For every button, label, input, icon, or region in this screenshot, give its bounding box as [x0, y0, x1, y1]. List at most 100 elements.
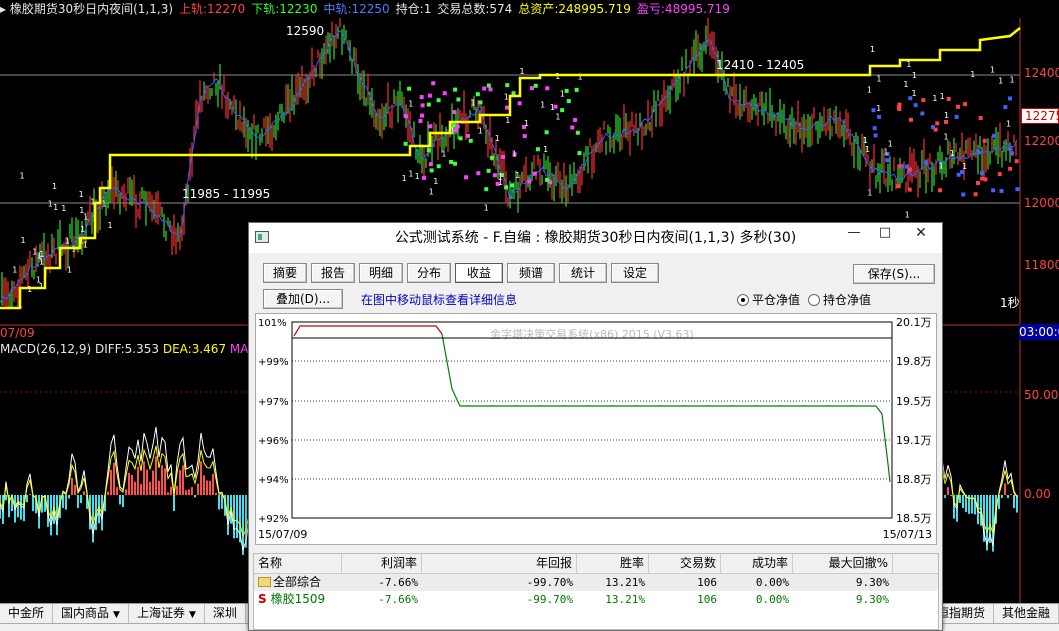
- table-row[interactable]: S 橡胶1509 -7.66% -99.70% 13.21% 106 0.00% …: [254, 591, 938, 608]
- chart-watermark: 金字塔决策交易系统(x86) 2015 (V3.63): [490, 327, 694, 341]
- trade-marker: [517, 101, 522, 106]
- maximize-button[interactable]: □: [870, 223, 900, 245]
- trade-marker: [938, 188, 943, 193]
- tab-spectrum[interactable]: 频谱: [507, 263, 555, 283]
- trade-marker-label: 1: [940, 92, 945, 101]
- trade-marker: [975, 180, 980, 185]
- trade-marker: [428, 162, 433, 167]
- trade-marker: [885, 158, 890, 163]
- trade-marker: [532, 171, 537, 176]
- row-name: 全部综合: [273, 575, 322, 589]
- total-assets-readout: 总资产:248995.719: [518, 2, 631, 16]
- minimize-button[interactable]: —: [839, 223, 869, 245]
- trade-marker-label: 1: [429, 187, 434, 196]
- col-win-rate[interactable]: 胜率: [577, 554, 649, 573]
- trade-marker: [577, 151, 582, 156]
- dialog-tabs: 摘要 报告 明细 分布 收益 频谱 统计 设定: [263, 263, 663, 285]
- axis-label-11800: 11800: [1024, 258, 1059, 272]
- trade-marker: [419, 95, 424, 100]
- trade-marker: [486, 168, 491, 173]
- trade-marker: [426, 148, 431, 153]
- tab-returns[interactable]: 收益: [455, 263, 503, 283]
- row-trades: 106: [697, 576, 717, 589]
- col-success-rate[interactable]: 成功率: [721, 554, 793, 573]
- radio-open-equity-label[interactable]: 持仓净值: [823, 291, 871, 308]
- equity-curve-panel[interactable]: 金字塔决策交易系统(x86) 2015 (V3.63) 101% +99% +97%…: [255, 313, 937, 545]
- range-annotation-high: 12410 - 12405: [716, 58, 805, 72]
- trade-marker: [956, 172, 961, 177]
- macd-axis-0: 0.00: [1024, 487, 1051, 501]
- tab-statistics[interactable]: 统计: [559, 263, 607, 283]
- radio-open-equity[interactable]: [808, 293, 821, 306]
- tab-cffex[interactable]: 中金所: [0, 604, 54, 623]
- trade-marker-label: 1: [905, 210, 910, 219]
- col-name[interactable]: 名称: [254, 554, 342, 573]
- macd-info: MACD(26,12,9) DIFF:5.353 DEA:3.467 MA: [0, 340, 248, 358]
- tab-report[interactable]: 报告: [311, 263, 355, 283]
- trade-marker-label: 1: [53, 203, 58, 212]
- radio-closed-equity[interactable]: [737, 293, 749, 306]
- col-max-drawdown[interactable]: 最大回撤%: [793, 554, 893, 573]
- trade-marker-label: 1: [512, 150, 517, 159]
- trade-marker-label: 1: [515, 171, 520, 180]
- tab-other-finance[interactable]: 其他金融: [994, 604, 1059, 623]
- trade-marker: [956, 104, 961, 109]
- trade-marker-label: 1: [441, 149, 446, 158]
- trade-marker-label: 1: [906, 60, 911, 69]
- radio-closed-equity-label[interactable]: 平仓净值: [752, 291, 800, 308]
- trade-marker: [476, 171, 481, 176]
- table-row[interactable]: 全部综合 -7.66% -99.70% 13.21% 106 0.00% 9.3…: [254, 574, 938, 591]
- tab-shanghai-securities[interactable]: 上海证券 ▼: [129, 604, 205, 623]
- row-annual-return: -99.70%: [526, 593, 573, 606]
- results-table[interactable]: 名称 利润率 年回报 胜率 交易数 成功率 最大回撤% 全部综合 -7.66% …: [253, 553, 939, 630]
- trade-marker-label: 1: [79, 190, 84, 199]
- trade-marker-label: 1: [870, 45, 875, 54]
- dialog-titlebar[interactable]: 公式测试系统 - F.自编 : 橡胶期货30秒日内夜间(1,1,3) 多秒(30…: [249, 223, 942, 253]
- trade-marker-label: 1: [990, 65, 995, 74]
- save-button[interactable]: 保存(S)...: [853, 264, 935, 284]
- left-axis-tick: +94%: [258, 475, 289, 486]
- trade-marker: [973, 192, 978, 197]
- trade-marker: [403, 114, 408, 119]
- x-end-label: 15/07/13: [883, 528, 932, 541]
- trade-marker: [449, 159, 454, 164]
- row-max-drawdown: 9.30%: [855, 593, 889, 606]
- row-success-rate: 0.00%: [755, 593, 789, 606]
- trade-marker: [510, 183, 515, 188]
- tab-summary[interactable]: 摘要: [263, 263, 307, 283]
- trade-marker: [522, 134, 527, 139]
- col-trades[interactable]: 交易数: [649, 554, 721, 573]
- trade-marker: [486, 83, 491, 88]
- trade-marker: [944, 119, 949, 124]
- row-annual-return: -99.70%: [526, 576, 573, 589]
- col-annual-return[interactable]: 年回报: [422, 554, 577, 573]
- trade-marker: [429, 168, 434, 173]
- row-profit-rate: -7.66%: [378, 593, 418, 606]
- macd-diff: DIFF:5.353: [94, 342, 160, 356]
- trade-marker: [566, 99, 571, 104]
- axis-label-12400: 12400: [1024, 66, 1059, 80]
- equity-curve-chart[interactable]: 金字塔决策交易系统(x86) 2015 (V3.63) 101% +99% +97%…: [256, 314, 936, 544]
- tab-domestic-commodities[interactable]: 国内商品 ▼: [53, 604, 129, 623]
- date-label: 07/09: [0, 326, 35, 340]
- tab-shenzhen[interactable]: 深圳: [205, 604, 246, 623]
- trade-marker: [418, 118, 423, 123]
- trade-marker-label: 1: [560, 90, 565, 99]
- trade-marker-label: 1: [970, 70, 975, 79]
- trade-marker-label: 1: [519, 67, 524, 76]
- trade-marker: [407, 86, 412, 91]
- trade-marker: [529, 86, 534, 91]
- tab-settings[interactable]: 设定: [611, 263, 659, 283]
- trade-marker-label: 1: [555, 72, 560, 81]
- period-label: 1秒: [1000, 296, 1020, 310]
- overlay-button[interactable]: 叠加(D)...: [263, 289, 343, 309]
- trade-marker: [545, 177, 550, 182]
- tab-distribution[interactable]: 分布: [407, 263, 451, 283]
- row-success-rate: 0.00%: [755, 576, 789, 589]
- symbol-badge: S: [258, 592, 267, 606]
- close-button[interactable]: ✕: [901, 223, 941, 245]
- tab-details[interactable]: 明细: [359, 263, 403, 283]
- trade-marker: [1003, 105, 1008, 110]
- col-profit-rate[interactable]: 利润率: [342, 554, 422, 573]
- trade-marker: [1007, 96, 1012, 101]
